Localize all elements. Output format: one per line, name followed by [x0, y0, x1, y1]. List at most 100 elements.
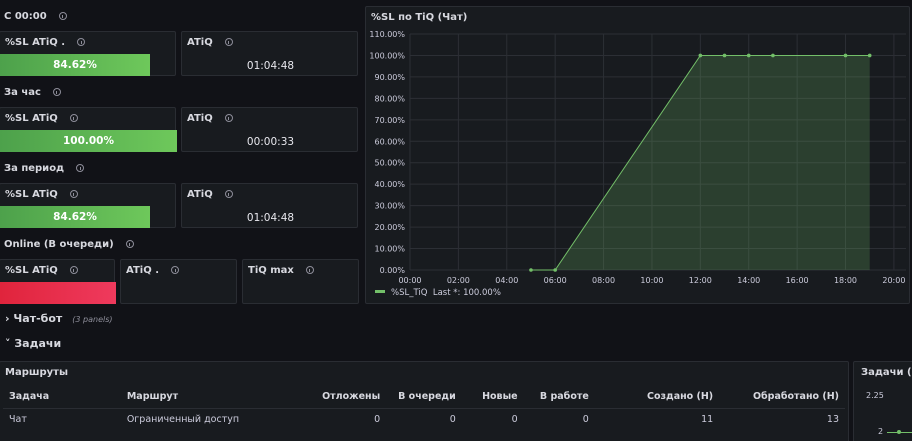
info-icon[interactable]	[125, 240, 134, 248]
x-tick-label: 12:00	[689, 276, 712, 285]
y-tick-label: 70.00%	[374, 116, 405, 125]
cell-task: Чат	[3, 407, 121, 430]
sl-online-bar	[0, 282, 116, 304]
panel-title: ATiQ	[187, 189, 213, 200]
routes-title: Маршруты	[5, 367, 68, 378]
section-note: (3 panels)	[72, 315, 113, 324]
col-header[interactable]: В работе	[524, 386, 595, 408]
side-panel-title: Задачи (Ча	[861, 367, 912, 378]
section-tasks[interactable]: ˅ Задачи	[5, 337, 61, 350]
y-tick-label: 90.00%	[374, 73, 405, 82]
legend-label: %SL_TiQ	[391, 288, 428, 298]
info-icon[interactable]	[69, 114, 78, 122]
sl-area-chart[interactable]: 0.00% 10.00% 20.00% 30.00% 40.00% 50.00% 60.00…	[366, 7, 911, 305]
y-tick-label: 80.00%	[374, 94, 405, 103]
section-chatbot[interactable]: › Чат-бот (3 panels)	[5, 312, 113, 325]
col-header[interactable]: Отложены	[311, 386, 387, 408]
side-y-tick: 2	[878, 427, 884, 436]
panel-title: ATiQ	[187, 113, 213, 124]
atiq-value: 00:00:33	[246, 136, 295, 148]
x-tick-label: 00:00	[398, 276, 421, 285]
routes-table: Задача Маршрут Отложены В очереди Новые …	[3, 386, 845, 430]
col-header[interactable]: Новые	[462, 386, 524, 408]
chevron-down-icon: ˅	[5, 337, 11, 350]
col-header[interactable]: Обработано (Н)	[719, 386, 845, 408]
period-label: За период	[4, 163, 85, 174]
panel-title: %SL ATiQ	[5, 113, 58, 124]
data-point	[746, 53, 751, 58]
col-header[interactable]: Задача	[3, 386, 121, 408]
x-tick-label: 18:00	[834, 276, 857, 285]
atiq-value: 01:04:48	[246, 60, 295, 72]
cell-route: Ограниченный доступ	[120, 407, 311, 430]
data-point	[843, 53, 848, 58]
panel-title: ATiQ	[187, 37, 213, 48]
info-icon[interactable]	[171, 266, 179, 274]
panel-title: ATiQ .	[126, 265, 159, 276]
cell-created: 11	[594, 407, 720, 430]
y-tick-label: 110.00%	[369, 30, 405, 39]
last-hour-label: За час	[4, 87, 61, 98]
y-tick-label: 20.00%	[374, 223, 405, 232]
section-label: Чат-бот	[13, 312, 63, 325]
data-point	[698, 53, 703, 58]
x-tick-label: 14:00	[737, 276, 760, 285]
info-icon[interactable]	[69, 190, 78, 198]
panel-title: %SL ATiQ .	[5, 37, 66, 48]
atiq-period-panel: ATiQ 01:04:48	[181, 183, 358, 228]
cell-queued: 0	[386, 407, 462, 430]
online-label: Online (В очереди)	[4, 239, 134, 250]
info-icon[interactable]	[77, 38, 86, 46]
y-tick-label: 100.00%	[369, 51, 405, 60]
section-label: Задачи	[14, 337, 62, 350]
side-series-point	[897, 430, 901, 434]
cell-processed: 13	[719, 407, 845, 430]
panel-title: TiQ max	[248, 265, 294, 276]
y-tick-label: 40.00%	[374, 180, 405, 189]
data-point	[771, 53, 775, 58]
legend-last-value: Last *: 100.00%	[432, 288, 501, 298]
table-row: Чат Ограниченный доступ 0 0 0 0 11 13	[3, 407, 845, 430]
atiq-online-panel: ATiQ .	[120, 259, 237, 304]
y-tick-label: 60.00%	[374, 137, 405, 146]
cell-in-progress: 0	[523, 407, 595, 430]
x-tick-label: 20:00	[882, 276, 905, 285]
y-tick-label: 10.00%	[374, 245, 405, 254]
info-icon[interactable]	[76, 164, 85, 172]
tasks-chat-panel: Задачи (Ча 2.25 2	[853, 361, 912, 441]
info-icon[interactable]	[69, 266, 78, 274]
info-icon[interactable]	[305, 266, 314, 274]
info-icon[interactable]	[52, 88, 61, 96]
col-header[interactable]: Создано (Н)	[595, 386, 719, 408]
panel-title: %SL ATiQ	[5, 265, 58, 276]
x-tick-label: 06:00	[544, 276, 567, 285]
y-tick-label: 50.00%	[374, 159, 405, 168]
chart-legend[interactable]: %SL_TiQ Last *: 100.00%	[375, 288, 501, 298]
info-icon[interactable]	[224, 38, 233, 46]
data-point	[867, 53, 872, 58]
col-header[interactable]: Маршрут	[121, 386, 311, 408]
sl-last-hour-panel: %SL ATiQ 100.00%	[0, 107, 177, 152]
sl-gauge-bar: 84.62%	[0, 206, 150, 228]
x-tick-label: 02:00	[447, 276, 470, 285]
cell-deferred: 0	[310, 407, 387, 430]
table-header-row: Задача Маршрут Отложены В очереди Новые …	[3, 386, 845, 408]
y-tick-label: 30.00%	[374, 202, 405, 211]
info-icon[interactable]	[224, 190, 233, 198]
info-icon[interactable]	[58, 12, 67, 20]
data-point	[722, 53, 727, 58]
data-point	[529, 268, 533, 272]
x-tick-label: 08:00	[592, 276, 615, 285]
col-header[interactable]: В очереди	[386, 386, 462, 408]
atiq-since-midnight-panel: ATiQ 01:04:48	[181, 31, 358, 76]
sl-gauge-bar: 84.62%	[0, 54, 150, 76]
atiq-value: 01:04:48	[246, 212, 295, 224]
info-icon[interactable]	[224, 114, 233, 122]
routes-table-panel: Маршруты Задача Маршрут Отложены В очере…	[0, 361, 849, 441]
since-midnight-label: С 00:00	[4, 11, 67, 22]
sl-value: 84.62%	[53, 211, 97, 223]
chevron-right-icon: ›	[5, 312, 10, 325]
atiq-last-hour-panel: ATiQ 00:00:33	[181, 107, 358, 152]
panel-title: %SL ATiQ	[5, 189, 58, 200]
sl-chart-panel: %SL по TiQ (Чат) 0.00% 10.00% 20.00% 30.00%…	[365, 6, 910, 304]
